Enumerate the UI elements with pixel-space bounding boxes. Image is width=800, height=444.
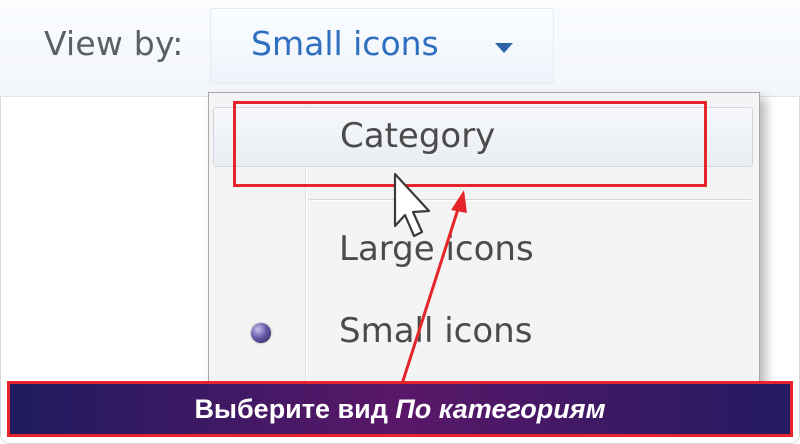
instruction-text-plain: Выберите вид [194, 393, 396, 424]
screenshot-stage: View by: Small icons Category Large icon… [0, 0, 800, 444]
annotation-overlay [393, 172, 467, 385]
instruction-text-emphasis: По категориям [395, 393, 606, 424]
instruction-banner: Выберите вид По категориям [7, 381, 793, 437]
instruction-text: Выберите вид По категориям [194, 394, 605, 425]
mouse-pointer-icon [393, 172, 431, 238]
